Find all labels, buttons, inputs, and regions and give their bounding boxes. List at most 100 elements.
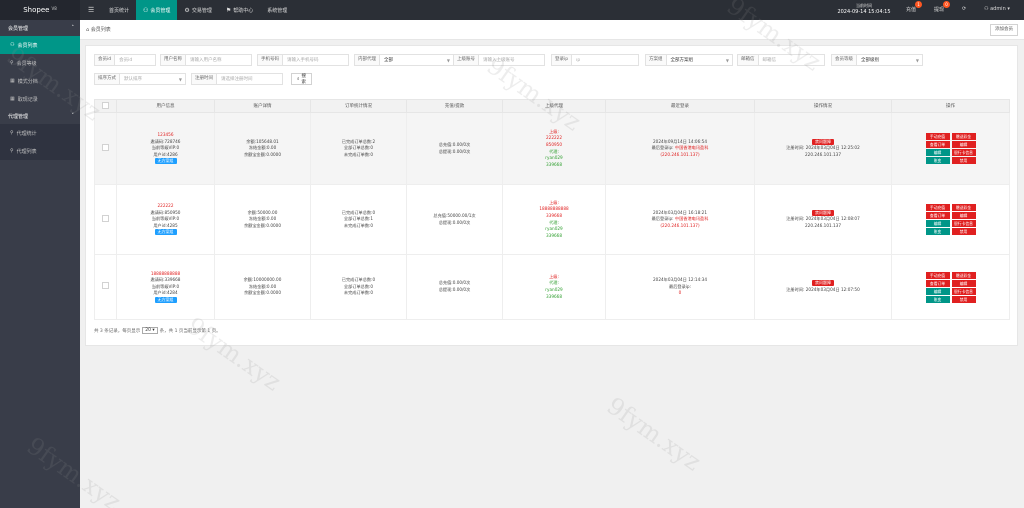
brand-logo[interactable]: Shopee V8 [0,0,80,20]
sidebar-item-label: 模式分档 [17,78,38,85]
action-button[interactable]: 编辑 [925,287,950,295]
menu-toggle-icon[interactable]: ☰ [88,6,94,14]
login-ip: 0 [678,290,682,296]
nav-item-system[interactable]: 系统管理 [260,0,294,20]
mail-field[interactable]: 邮箱信 邮箱信 [737,54,825,66]
action-button[interactable]: 编辑 [951,279,976,287]
reg-ip: 220.246.101.137 [805,222,841,228]
orders-pending: 未完成订单数:0 [343,290,374,296]
status-cell: 禁问题障 注册时间: 2024年03月04日 12:08:07 220.246.10… [754,184,892,255]
action-button[interactable]: 赠送彩金 [951,271,976,279]
sidebar-item-member-list[interactable]: ⚇ 会员列表 [0,36,80,54]
reg-time-field[interactable]: 注册时间 请选择注册时间 [191,73,283,85]
agent-label: 代理: [549,280,559,286]
level-select[interactable]: 会员等级 全部级别 ▼ [831,54,923,66]
sidebar-group-members[interactable]: 会员管理 ˄ [0,20,80,36]
recharge-link[interactable]: 充值 1 [906,1,923,13]
scheme-select[interactable]: 方案组 全部方案组 ▼ [645,54,733,66]
status-badge[interactable]: 禁问题障 [812,138,834,145]
nav-label: 帮助中心 [233,7,254,14]
action-button[interactable]: 查看订单 [925,212,950,219]
action-button[interactable]: 手动充值 [925,133,950,140]
action-button[interactable]: 赠送彩金 [951,204,976,211]
row-actions: 手动充值 赠送彩金 查看订单 编辑 编辑 银行卡信息 账变 禁用 [893,204,1009,235]
nav-item-help[interactable]: ⚑ 帮助中心 [219,0,260,20]
nav-item-dashboard[interactable]: 首页统计 [102,0,136,20]
action-button[interactable]: 禁用 [951,228,976,235]
add-member-button[interactable]: 添加会员 [990,24,1018,36]
sidebar-item-member-level[interactable]: ⚲ 会员等级 [0,54,80,72]
row-checkbox[interactable] [94,184,117,255]
chevron-down-icon: ▼ [915,57,919,63]
tab-strip: ⌂ 会员列表 添加会员 [80,20,1024,40]
action-button[interactable]: 编辑 [951,141,976,148]
pager-prefix: 共 3 条记录，每页显示 [94,328,141,334]
user-menu[interactable]: ⚇ admin ▾ [984,6,1010,12]
action-button[interactable]: 银行卡信息 [951,149,976,156]
parent-account: 222222 [546,135,562,141]
sidebar-item-agent-list[interactable]: ⚲ 代理列表 [0,142,80,160]
action-button[interactable]: 查看订单 [925,279,950,287]
sidebar-item-withdraw-log[interactable]: ▦ 取现记录 [0,90,80,108]
action-button[interactable]: 账变 [925,295,950,303]
user-name[interactable]: 222222 [118,203,214,210]
action-button[interactable]: 禁用 [951,157,976,164]
field-label: 上级账号 [454,55,479,65]
action-button[interactable]: 手动充值 [925,271,950,279]
reg-ip: 220.246.101.137 [805,151,841,157]
action-button[interactable]: 编辑 [925,149,950,156]
agent-label: 代理: [549,219,559,225]
nav-item-members[interactable]: ⚇ 会员管理 [136,0,178,20]
tab-member-list[interactable]: ⌂ 会员列表 [86,26,111,33]
row-checkbox[interactable] [94,112,117,185]
phone-field[interactable]: 手机号码 请输入手机号码 [257,54,349,66]
search-button[interactable]: ⌕ 搜 索 [291,73,313,85]
status-badge[interactable]: 禁问题障 [812,280,834,287]
field-label: 邮箱信 [738,55,759,65]
withdraw-link[interactable]: 提现 0 [934,1,951,13]
login-ip: (220.246.101.137) [660,222,700,228]
login-ip: (220.246.101.137) [660,151,700,157]
nav-label: 首页统计 [109,7,130,14]
reg-time-line: 注册时间: 2024年03月04日 12:08:07 [756,216,891,223]
funds-cell: 总充值:0.00/0次 总提现:0.00/0次 [406,112,503,185]
field-placeholder: 邮箱信 [762,58,777,63]
action-button[interactable]: 编辑 [951,212,976,219]
page-size-value: 20 [145,328,151,333]
refresh-icon[interactable]: ⟳ [962,6,966,12]
action-button[interactable]: 账变 [925,157,950,164]
row-checkbox[interactable] [94,254,117,320]
account-field[interactable]: 会员id 会员id [94,54,156,66]
select-all-checkbox[interactable] [94,99,117,113]
user-name[interactable]: 123456 [118,132,214,139]
action-button[interactable]: 账变 [925,228,950,235]
sidebar-item-mode[interactable]: ▦ 模式分档 [0,72,80,90]
page-size-select[interactable]: 20 ▾ [142,327,158,334]
field-placeholder: 会员id [119,58,133,63]
username-field[interactable]: 用户名称 请输入用户名称 [160,54,252,66]
login-ip-field[interactable]: 登录ip ip [551,54,639,66]
action-button[interactable]: 禁用 [951,295,976,303]
sort-select[interactable]: 排序方式 默认排序 ▼ [94,73,186,85]
parent-account-field[interactable]: 上级账号 请输入上级账号 [453,54,545,66]
action-button[interactable]: 编辑 [925,220,950,227]
scheme-tag[interactable]: 无方案组 [154,158,177,165]
login-ip-location: 中国香港电讯盈科 [674,216,709,222]
agent-select[interactable]: 内部代理 全部 ▼ [354,54,454,66]
status-badge[interactable]: 禁问题障 [812,209,834,216]
nav-item-trades[interactable]: ⚙ 交易管理 [177,0,218,20]
sidebar-item-agent-stats[interactable]: ⚲ 代理统计 [0,124,80,142]
chevron-down-icon: ▼ [178,76,182,82]
action-button[interactable]: 赠送彩金 [951,133,976,140]
action-button[interactable]: 查看订单 [925,141,950,148]
action-button[interactable]: 银行卡信息 [951,220,976,227]
user-info-cell: 222222 邀请码:850950 当前等级VIP:0 用户id:4285 无方案组 [116,184,215,255]
action-button[interactable]: 银行卡信息 [951,287,976,295]
withdraw-badge: 0 [943,1,951,8]
field-placeholder: 请输入上级账号 [483,58,515,63]
action-button[interactable]: 手动充值 [925,204,950,211]
scheme-tag[interactable]: 无方案组 [154,296,177,303]
table-row: 18888888888 邀请码:339668 当前等级VIP:0 用户id:4284 无… [94,254,1010,320]
sidebar-group-agents[interactable]: 代理管理 ˅ [0,108,80,124]
scheme-tag[interactable]: 无方案组 [154,229,177,236]
